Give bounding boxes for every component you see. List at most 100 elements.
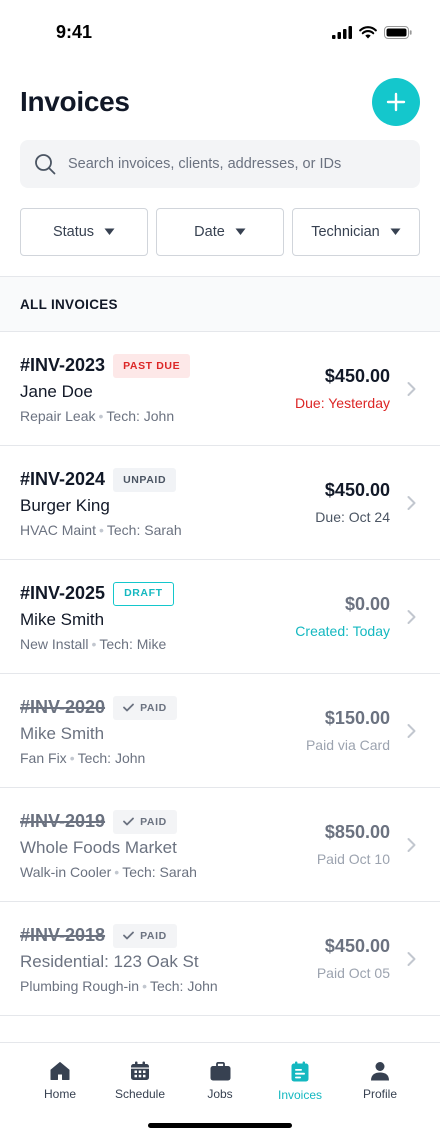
signal-icon [332,25,352,39]
invoice-due-status: Paid Oct 05 [316,965,390,981]
filter-label: Status [52,224,95,240]
status-badge: PAID [113,695,177,720]
job-name: Plumbing Rough-in [20,977,140,994]
invoice-due-status: Paid Oct 10 [316,851,390,867]
nav-item-schedule[interactable]: Schedule [100,1043,180,1115]
caret-down-icon [235,228,246,235]
job-name: Walk-in Cooler [20,863,112,880]
client-name: Whole Foods Market [20,837,177,857]
status-badge-label: PAID [140,929,167,942]
invoice-row[interactable]: #INV-2024 UNPAID Burger King HVAC Maint •… [0,446,440,560]
status-badge: UNPAID [113,467,177,492]
invoice-row[interactable]: #INV-2018 PAID Residential: 123 Oak St P… [0,902,440,1016]
status-badge-label: PAID [140,701,167,714]
chevron-right-icon [407,609,416,624]
nav-label: Jobs [207,1086,233,1101]
caret-down-icon [390,228,401,235]
wifi-icon [359,25,377,38]
filter-status[interactable]: Status [20,208,148,256]
invoice-row[interactable]: #INV-2019 PAID Whole Foods Market Walk-i… [0,788,440,902]
page-title: Invoices [20,86,130,117]
invoice-meta: Plumbing Rough-in • Tech: John [20,977,218,994]
invoice-meta: Repair Leak • Tech: John [20,407,175,424]
nav-label: Home [43,1087,76,1101]
invoice-id: #INV-2025 [20,583,106,603]
client-name: Burger King [20,495,110,515]
home-icon [50,1062,70,1080]
status-badge: PAID [113,809,177,834]
add-invoice-button[interactable] [372,78,420,126]
invoice-id: #INV-2020 [20,697,106,717]
calendar-icon [131,1061,149,1080]
invoice-icon [291,1061,309,1081]
filter-technician[interactable]: Technician [292,208,420,256]
invoice-due-status: Due: Yesterday [295,395,390,411]
filter-label: Date [194,224,225,240]
tech-name: Tech: John [149,977,218,994]
search-icon [35,154,56,175]
nav-label: Invoices [277,1087,323,1102]
nav-item-invoices[interactable]: Invoices [260,1043,340,1115]
chevron-right-icon [407,951,416,966]
home-indicator[interactable] [148,1123,292,1128]
briefcase-icon [210,1061,230,1080]
invoice-id: #INV-2018 [20,925,106,945]
invoice-due-status: Created: Today [295,623,390,639]
status-bar: 9:41 [0,0,440,64]
search-bar[interactable] [20,140,420,188]
tech-name: Tech: John [106,407,175,424]
invoice-amount: $450.00 [324,936,390,956]
client-name: Mike Smith [20,723,105,743]
client-name: Mike Smith [20,609,105,629]
check-icon [123,931,134,940]
invoice-row[interactable]: #INV-2023 PAST DUE Jane Doe Repair Leak •… [0,332,440,446]
tech-name: Tech: Mike [99,635,167,652]
section-header: ALL INVOICES [0,276,440,332]
invoice-meta: Fan Fix • Tech: John [20,749,146,766]
tech-name: Tech: John [77,749,146,766]
chevron-right-icon [407,381,416,396]
person-icon [371,1062,389,1081]
tech-name: Tech: Sarah [122,863,197,880]
search-input[interactable] [68,156,406,172]
invoice-id: #INV-2023 [20,355,106,375]
nav-item-home[interactable]: Home [20,1043,100,1115]
caret-down-icon [104,228,115,235]
invoice-row[interactable]: #INV-2020 PAID Mike Smith Fan Fix • Tech: … [0,674,440,788]
filter-label: Technician [311,224,380,240]
chevron-right-icon [407,837,416,852]
check-icon [123,703,134,712]
filter-date[interactable]: Date [156,208,284,256]
nav-item-jobs[interactable]: Jobs [180,1043,260,1115]
invoice-list: #INV-2023 PAST DUE Jane Doe Repair Leak •… [0,332,440,1016]
status-badge-label: PAID [140,815,167,828]
job-name: HVAC Maint [20,521,96,538]
job-name: Repair Leak [20,407,96,424]
client-name: Residential: 123 Oak St [20,951,199,971]
header: Invoices [0,64,440,140]
invoice-amount: $0.00 [344,594,390,614]
status-badge: DRAFT [113,581,174,606]
invoice-meta: Walk-in Cooler • Tech: Sarah [20,863,197,880]
invoice-id: #INV-2024 [20,469,106,489]
invoice-meta: HVAC Maint • Tech: Sarah [20,521,182,538]
invoice-amount: $450.00 [324,480,390,500]
job-name: New Install [20,635,89,652]
invoice-meta: New Install • Tech: Mike [20,635,167,652]
chevron-right-icon [407,495,416,510]
client-name: Jane Doe [20,381,93,401]
status-icons [332,25,412,39]
invoice-row[interactable]: #INV-2025 DRAFT Mike Smith New Install • T… [0,560,440,674]
invoice-due-status: Due: Oct 24 [315,509,390,525]
nav-item-profile[interactable]: Profile [340,1043,420,1115]
check-icon [123,817,134,826]
nav-label: Profile [362,1087,397,1101]
invoice-amount: $150.00 [324,708,390,728]
battery-icon [384,25,412,39]
status-badge: PAST DUE [113,353,191,378]
tech-name: Tech: Sarah [106,521,182,538]
invoice-id: #INV-2019 [20,811,106,831]
plus-icon [386,92,406,112]
chevron-right-icon [407,723,416,738]
filter-bar: Status Date Technician [0,208,440,256]
